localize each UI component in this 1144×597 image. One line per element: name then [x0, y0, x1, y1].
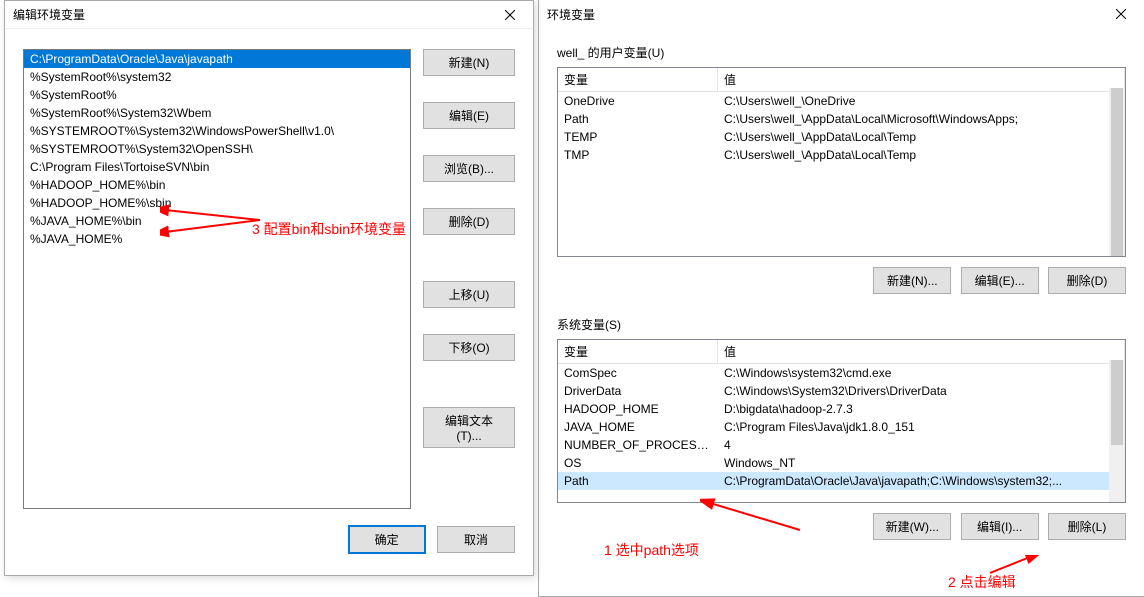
var-name: NUMBER_OF_PROCESSORS — [558, 436, 718, 454]
close-button[interactable] — [495, 5, 525, 25]
var-name: Path — [558, 110, 718, 128]
user-edit-button[interactable]: 编辑(E)... — [961, 267, 1039, 294]
user-th-val[interactable]: 值 — [718, 68, 1125, 91]
env-vars-dialog: 环境变量 well_ 的用户变量(U) 变量 值 OneDriveC:\User… — [538, 0, 1144, 597]
edit-path-dialog: 编辑环境变量 C:\ProgramData\Oracle\Java\javapa… — [4, 0, 534, 576]
path-list-item[interactable]: %JAVA_HOME% — [24, 230, 410, 248]
table-row[interactable]: NUMBER_OF_PROCESSORS4 — [558, 436, 1125, 454]
var-value: C:\Users\well_\AppData\Local\Temp — [718, 146, 1125, 164]
env-vars-title: 环境变量 — [547, 6, 595, 23]
table-row[interactable]: TMPC:\Users\well_\AppData\Local\Temp — [558, 146, 1125, 164]
sys-vars-table[interactable]: 变量 值 ComSpecC:\Windows\system32\cmd.exeD… — [557, 339, 1126, 503]
table-row[interactable]: PathC:\Users\well_\AppData\Local\Microso… — [558, 110, 1125, 128]
var-value: C:\Windows\System32\Drivers\DriverData — [718, 382, 1125, 400]
table-row[interactable]: JAVA_HOMEC:\Program Files\Java\jdk1.8.0_… — [558, 418, 1125, 436]
var-value: 4 — [718, 436, 1125, 454]
edit-path-title: 编辑环境变量 — [13, 6, 85, 23]
path-list-item[interactable]: %SYSTEMROOT%\System32\OpenSSH\ — [24, 140, 410, 158]
var-value: D:\bigdata\hadoop-2.7.3 — [718, 400, 1125, 418]
var-name: OS — [558, 454, 718, 472]
path-list-item[interactable]: %SYSTEMROOT%\System32\WindowsPowerShell\… — [24, 122, 410, 140]
var-name: TMP — [558, 146, 718, 164]
scrollbar[interactable] — [1109, 88, 1125, 256]
var-value: C:\Users\well_\AppData\Local\Microsoft\W… — [718, 110, 1125, 128]
var-name: HADOOP_HOME — [558, 400, 718, 418]
user-vars-table[interactable]: 变量 值 OneDriveC:\Users\well_\OneDrivePath… — [557, 67, 1126, 257]
var-value: C:\Program Files\Java\jdk1.8.0_151 — [718, 418, 1125, 436]
var-name: OneDrive — [558, 92, 718, 110]
sys-th-var[interactable]: 变量 — [558, 340, 718, 363]
path-list-item[interactable]: %SystemRoot% — [24, 86, 410, 104]
var-name: ComSpec — [558, 364, 718, 382]
table-row[interactable]: ComSpecC:\Windows\system32\cmd.exe — [558, 364, 1125, 382]
sys-vars-label: 系统变量(S) — [557, 316, 1126, 333]
var-name: TEMP — [558, 128, 718, 146]
close-button[interactable] — [1106, 4, 1136, 24]
var-value: C:\Windows\system32\cmd.exe — [718, 364, 1125, 382]
edittext-button[interactable]: 编辑文本(T)... — [423, 407, 515, 448]
path-list-item[interactable]: %SystemRoot%\system32 — [24, 68, 410, 86]
var-value: C:\Users\well_\OneDrive — [718, 92, 1125, 110]
user-th-var[interactable]: 变量 — [558, 68, 718, 91]
cancel-button[interactable]: 取消 — [437, 526, 515, 553]
close-icon — [1116, 9, 1126, 19]
user-new-button[interactable]: 新建(N)... — [873, 267, 951, 294]
edit-button[interactable]: 编辑(E) — [423, 102, 515, 129]
table-row[interactable]: HADOOP_HOMED:\bigdata\hadoop-2.7.3 — [558, 400, 1125, 418]
var-value: C:\Users\well_\AppData\Local\Temp — [718, 128, 1125, 146]
moveup-button[interactable]: 上移(U) — [423, 281, 515, 308]
table-row[interactable]: PathC:\ProgramData\Oracle\Java\javapath;… — [558, 472, 1125, 490]
var-name: JAVA_HOME — [558, 418, 718, 436]
delete-button[interactable]: 删除(D) — [423, 208, 515, 235]
table-row[interactable]: TEMPC:\Users\well_\AppData\Local\Temp — [558, 128, 1125, 146]
env-vars-titlebar: 环境变量 — [539, 0, 1144, 28]
user-vars-label: well_ 的用户变量(U) — [557, 44, 1126, 61]
browse-button[interactable]: 浏览(B)... — [423, 155, 515, 182]
path-list[interactable]: C:\ProgramData\Oracle\Java\javapath%Syst… — [23, 49, 411, 509]
var-name: Path — [558, 472, 718, 490]
table-row[interactable]: DriverDataC:\Windows\System32\Drivers\Dr… — [558, 382, 1125, 400]
path-list-item[interactable]: C:\Program Files\TortoiseSVN\bin — [24, 158, 410, 176]
sys-delete-button[interactable]: 删除(L) — [1048, 513, 1126, 540]
sys-new-button[interactable]: 新建(W)... — [873, 513, 951, 540]
table-row[interactable]: OSWindows_NT — [558, 454, 1125, 472]
var-value: Windows_NT — [718, 454, 1125, 472]
user-delete-button[interactable]: 删除(D) — [1048, 267, 1126, 294]
close-icon — [505, 10, 515, 20]
scrollbar[interactable] — [1109, 360, 1125, 502]
sys-th-val[interactable]: 值 — [718, 340, 1125, 363]
var-value: C:\ProgramData\Oracle\Java\javapath;C:\W… — [718, 472, 1125, 490]
movedown-button[interactable]: 下移(O) — [423, 334, 515, 361]
new-button[interactable]: 新建(N) — [423, 49, 515, 76]
path-list-item[interactable]: %SystemRoot%\System32\Wbem — [24, 104, 410, 122]
path-list-item[interactable]: %HADOOP_HOME%\bin — [24, 176, 410, 194]
table-row[interactable]: OneDriveC:\Users\well_\OneDrive — [558, 92, 1125, 110]
path-list-item[interactable]: C:\ProgramData\Oracle\Java\javapath — [24, 50, 410, 68]
edit-path-titlebar: 编辑环境变量 — [5, 1, 533, 29]
var-name: DriverData — [558, 382, 718, 400]
path-list-item[interactable]: %HADOOP_HOME%\sbin — [24, 194, 410, 212]
ok-button[interactable]: 确定 — [348, 525, 426, 554]
path-list-item[interactable]: %JAVA_HOME%\bin — [24, 212, 410, 230]
sys-edit-button[interactable]: 编辑(I)... — [961, 513, 1039, 540]
